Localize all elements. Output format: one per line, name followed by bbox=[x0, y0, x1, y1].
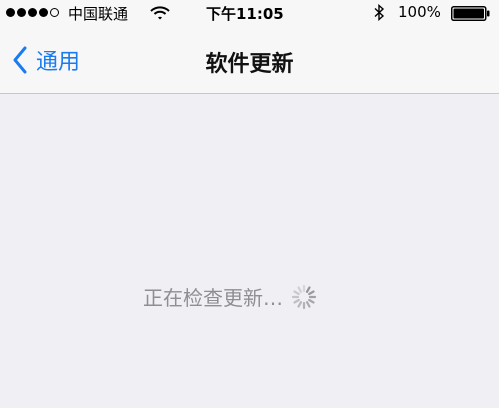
page-title: 软件更新 bbox=[205, 52, 294, 77]
status-time: 下午11:05 bbox=[206, 5, 284, 23]
spinner-spoke bbox=[297, 300, 303, 308]
spinner-spoke bbox=[305, 300, 311, 308]
signal-dot bbox=[39, 8, 48, 17]
spinner-spoke bbox=[308, 289, 315, 295]
update-check-status: 正在检查更新… bbox=[143, 282, 317, 311]
signal-dot-empty bbox=[50, 8, 59, 17]
navigation-bar: 通用 软件更新 bbox=[0, 26, 499, 94]
main-content: 正在检查更新… bbox=[0, 95, 499, 408]
battery-icon bbox=[451, 6, 490, 21]
signal-dot bbox=[28, 8, 37, 17]
spinner-spoke bbox=[293, 298, 300, 304]
spinner-spoke bbox=[297, 285, 303, 293]
wifi-icon bbox=[150, 6, 170, 20]
signal-dot bbox=[17, 8, 26, 17]
signal-dot bbox=[6, 8, 15, 17]
spinner-spoke bbox=[293, 289, 300, 295]
battery-percentage: 100% bbox=[398, 3, 441, 21]
signal-strength-icon bbox=[6, 8, 59, 17]
carrier-name: 中国联通 bbox=[68, 5, 129, 23]
bluetooth-icon bbox=[374, 4, 385, 21]
activity-spinner-icon bbox=[291, 284, 317, 309]
spinner-spoke bbox=[305, 285, 311, 293]
spinner-spoke bbox=[308, 298, 315, 304]
checking-status-text: 正在检查更新… bbox=[143, 286, 283, 310]
status-bar: 中国联通 下午11:05 100% bbox=[0, 0, 499, 26]
